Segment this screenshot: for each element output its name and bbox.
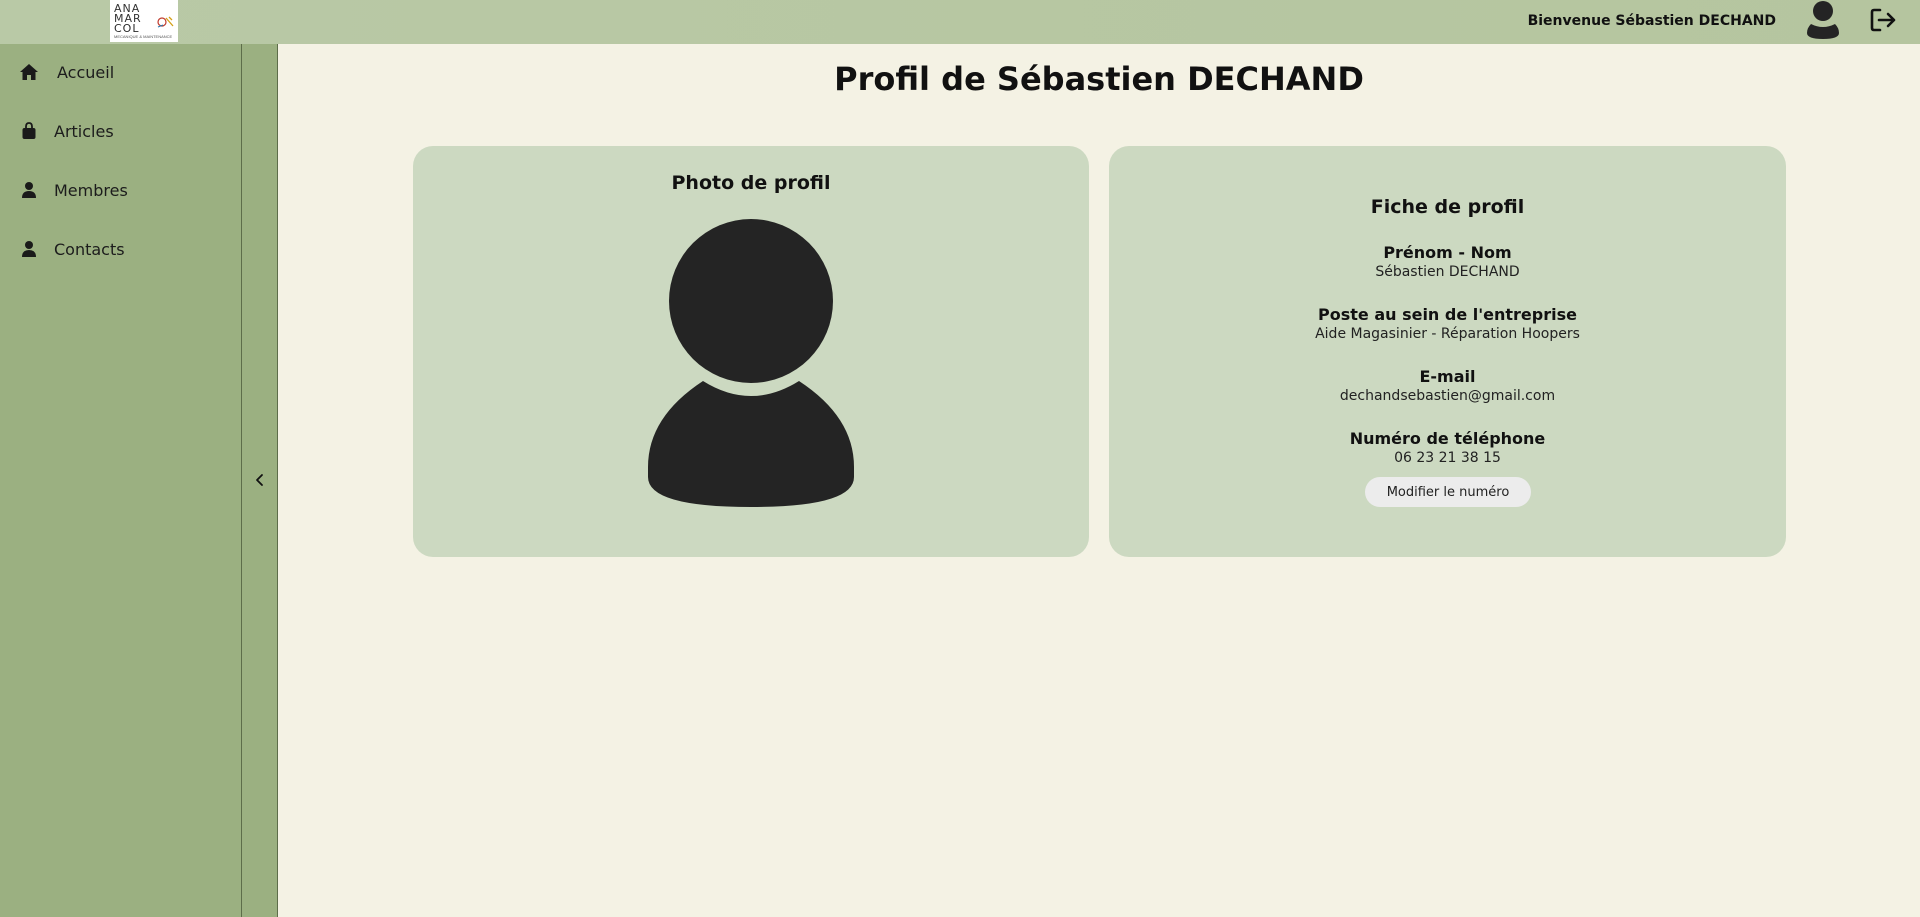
profile-avatar-icon[interactable] — [648, 219, 854, 507]
logout-icon[interactable] — [1870, 7, 1898, 33]
field-label: E-mail — [1419, 367, 1476, 386]
field-label: Numéro de téléphone — [1349, 429, 1546, 448]
sidebar-item-label: Contacts — [54, 239, 125, 259]
user-icon — [18, 180, 40, 200]
sidebar-collapse-toggle[interactable] — [241, 44, 278, 917]
sidebar-item-label: Membres — [54, 180, 128, 200]
logo-mark-icon — [157, 16, 174, 28]
sidebar: Accueil Articles Membres Contacts — [0, 44, 241, 917]
sidebar-item-articles[interactable]: Articles — [0, 108, 241, 154]
field-value: dechandsebastien@gmail.com — [1339, 388, 1556, 404]
field-value: 06 23 21 38 15 — [1394, 450, 1501, 466]
company-logo[interactable]: ANA MAR COL MECANIQUE & MAINTENANCE — [110, 0, 178, 42]
field-label: Poste au sein de l'entreprise — [1318, 305, 1577, 324]
field-full-name: Prénom - Nom Sébastien DECHAND — [1109, 243, 1786, 281]
info-card-title: Fiche de profil — [1370, 196, 1525, 218]
field-phone: Numéro de téléphone 06 23 21 38 15 — [1109, 429, 1786, 467]
page-title: Profil de Sébastien DECHAND — [834, 60, 1364, 98]
logo-tagline: MECANIQUE & MAINTENANCE — [114, 33, 173, 39]
sidebar-item-contacts[interactable]: Contacts — [0, 226, 241, 272]
top-bar: ANA MAR COL MECANIQUE & MAINTENANCE Bien… — [0, 0, 1920, 44]
user-avatar-icon[interactable] — [1806, 0, 1840, 40]
sidebar-item-accueil[interactable]: Accueil — [0, 49, 241, 95]
user-icon — [18, 239, 40, 259]
sidebar-item-membres[interactable]: Membres — [0, 167, 241, 213]
field-label: Prénom - Nom — [1383, 243, 1512, 262]
sidebar-item-label: Articles — [54, 121, 114, 141]
welcome-message: Bienvenue Sébastien DECHAND — [1527, 13, 1776, 29]
field-value: Aide Magasinier - Réparation Hoopers — [1315, 326, 1580, 342]
profile-info-card: Fiche de profil Prénom - Nom Sébastien D… — [1109, 146, 1786, 557]
field-position: Poste au sein de l'entreprise Aide Magas… — [1109, 305, 1786, 343]
field-value: Sébastien DECHAND — [1375, 264, 1520, 280]
home-icon — [18, 62, 40, 82]
edit-phone-button[interactable]: Modifier le numéro — [1365, 477, 1531, 507]
bag-icon — [18, 121, 40, 141]
field-email: E-mail dechandsebastien@gmail.com — [1109, 367, 1786, 405]
chevron-left-icon — [256, 474, 263, 486]
photo-card-title: Photo de profil — [671, 172, 831, 194]
profile-photo-card: Photo de profil — [413, 146, 1089, 557]
sidebar-item-label: Accueil — [57, 62, 115, 82]
